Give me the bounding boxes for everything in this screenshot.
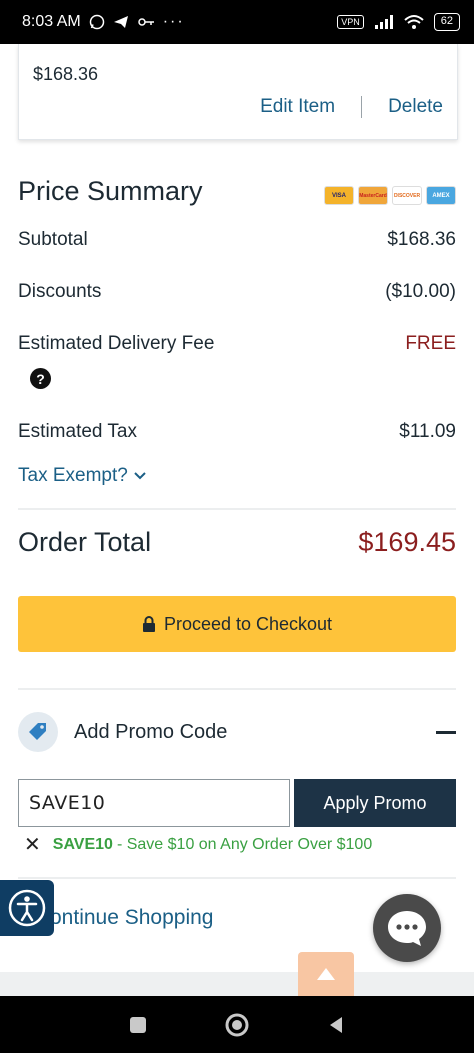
status-bar: 8:03 AM ··· VPN 62 (0, 0, 474, 44)
system-nav-bar (0, 996, 474, 1053)
order-total-value: $169.45 (358, 527, 456, 557)
signal-icon (374, 15, 393, 29)
telegram-icon (113, 16, 128, 28)
accessibility-icon[interactable] (0, 880, 54, 936)
tax-exempt-label: Tax Exempt? (18, 465, 128, 486)
whatsapp-icon (89, 14, 104, 30)
order-total-label: Order Total (18, 527, 152, 557)
visa-card-icon: VISA (324, 186, 354, 205)
discounts-value: ($10.00) (385, 281, 456, 302)
tax-row: Estimated Tax $11.09 (18, 421, 456, 443)
tax-exempt-toggle[interactable]: Tax Exempt? (18, 465, 146, 487)
home-circle-icon[interactable] (224, 1012, 250, 1038)
action-divider (361, 96, 363, 118)
discover-card-icon: DISCOVER (392, 186, 422, 205)
vpn-badge: VPN (337, 15, 364, 29)
delivery-value: FREE (405, 333, 456, 354)
divider (18, 508, 456, 510)
back-triangle-icon[interactable] (326, 1015, 346, 1035)
promo-header-label: Add Promo Code (74, 720, 228, 743)
delivery-label: Estimated Delivery Fee (18, 333, 215, 354)
applied-promo: ✕ SAVE10 - Save $10 on Any Order Over $1… (24, 832, 372, 857)
edit-item-link[interactable]: Edit Item (260, 96, 335, 118)
remove-promo-icon[interactable]: ✕ (24, 832, 41, 857)
wifi-icon (404, 15, 424, 29)
mastercard-icon: MasterCard (358, 186, 388, 205)
scroll-to-top-button[interactable] (298, 952, 354, 996)
battery-indicator: 62 (433, 13, 460, 31)
more-dots-icon: ··· (162, 13, 185, 30)
collapse-minus-icon[interactable] (436, 730, 456, 734)
question-help-icon[interactable]: ? (30, 368, 51, 389)
applied-promo-description: - Save $10 on Any Order Over $100 (116, 835, 373, 853)
cart-item-card: $168.36 Edit Item Delete (18, 44, 458, 140)
order-total-row: Order Total $169.45 (18, 527, 456, 558)
recents-square-icon[interactable] (128, 1015, 148, 1035)
subtotal-row: Subtotal $168.36 (18, 229, 456, 251)
tax-label: Estimated Tax (18, 421, 137, 442)
tax-value: $11.09 (399, 421, 456, 442)
divider (18, 688, 456, 690)
subtotal-value: $168.36 (387, 229, 456, 250)
checkout-label: Proceed to Checkout (163, 613, 333, 634)
delete-link[interactable]: Delete (388, 96, 443, 118)
item-price: $168.36 (33, 64, 99, 84)
lock-icon (142, 616, 155, 632)
proceed-to-checkout-button[interactable]: Proceed to Checkout (18, 596, 456, 652)
subtotal-label: Subtotal (18, 229, 88, 250)
key-icon (137, 18, 154, 26)
tag-icon (18, 712, 58, 752)
promo-code-input[interactable] (18, 779, 290, 827)
price-summary-title: Price Summary (18, 176, 203, 206)
continue-shopping-link[interactable]: ontinue Shopping (50, 906, 213, 930)
chevron-down-icon (134, 472, 146, 480)
promo-code-header[interactable]: Add Promo Code (18, 710, 456, 754)
delivery-row: Estimated Delivery Fee FREE (18, 333, 456, 355)
status-time: 8:03 AM (22, 13, 81, 30)
amex-card-icon: AMEX (426, 186, 456, 205)
divider (18, 877, 456, 879)
chat-icon[interactable] (373, 894, 441, 962)
discounts-row: Discounts ($10.00) (18, 281, 456, 303)
applied-promo-code: SAVE10 (52, 835, 113, 853)
apply-promo-button[interactable]: Apply Promo (294, 779, 456, 827)
arrow-up-icon (317, 968, 335, 980)
discounts-label: Discounts (18, 281, 102, 302)
payment-card-icons: VISA MasterCard DISCOVER AMEX (324, 186, 456, 205)
page-bottom-strip (0, 972, 474, 996)
